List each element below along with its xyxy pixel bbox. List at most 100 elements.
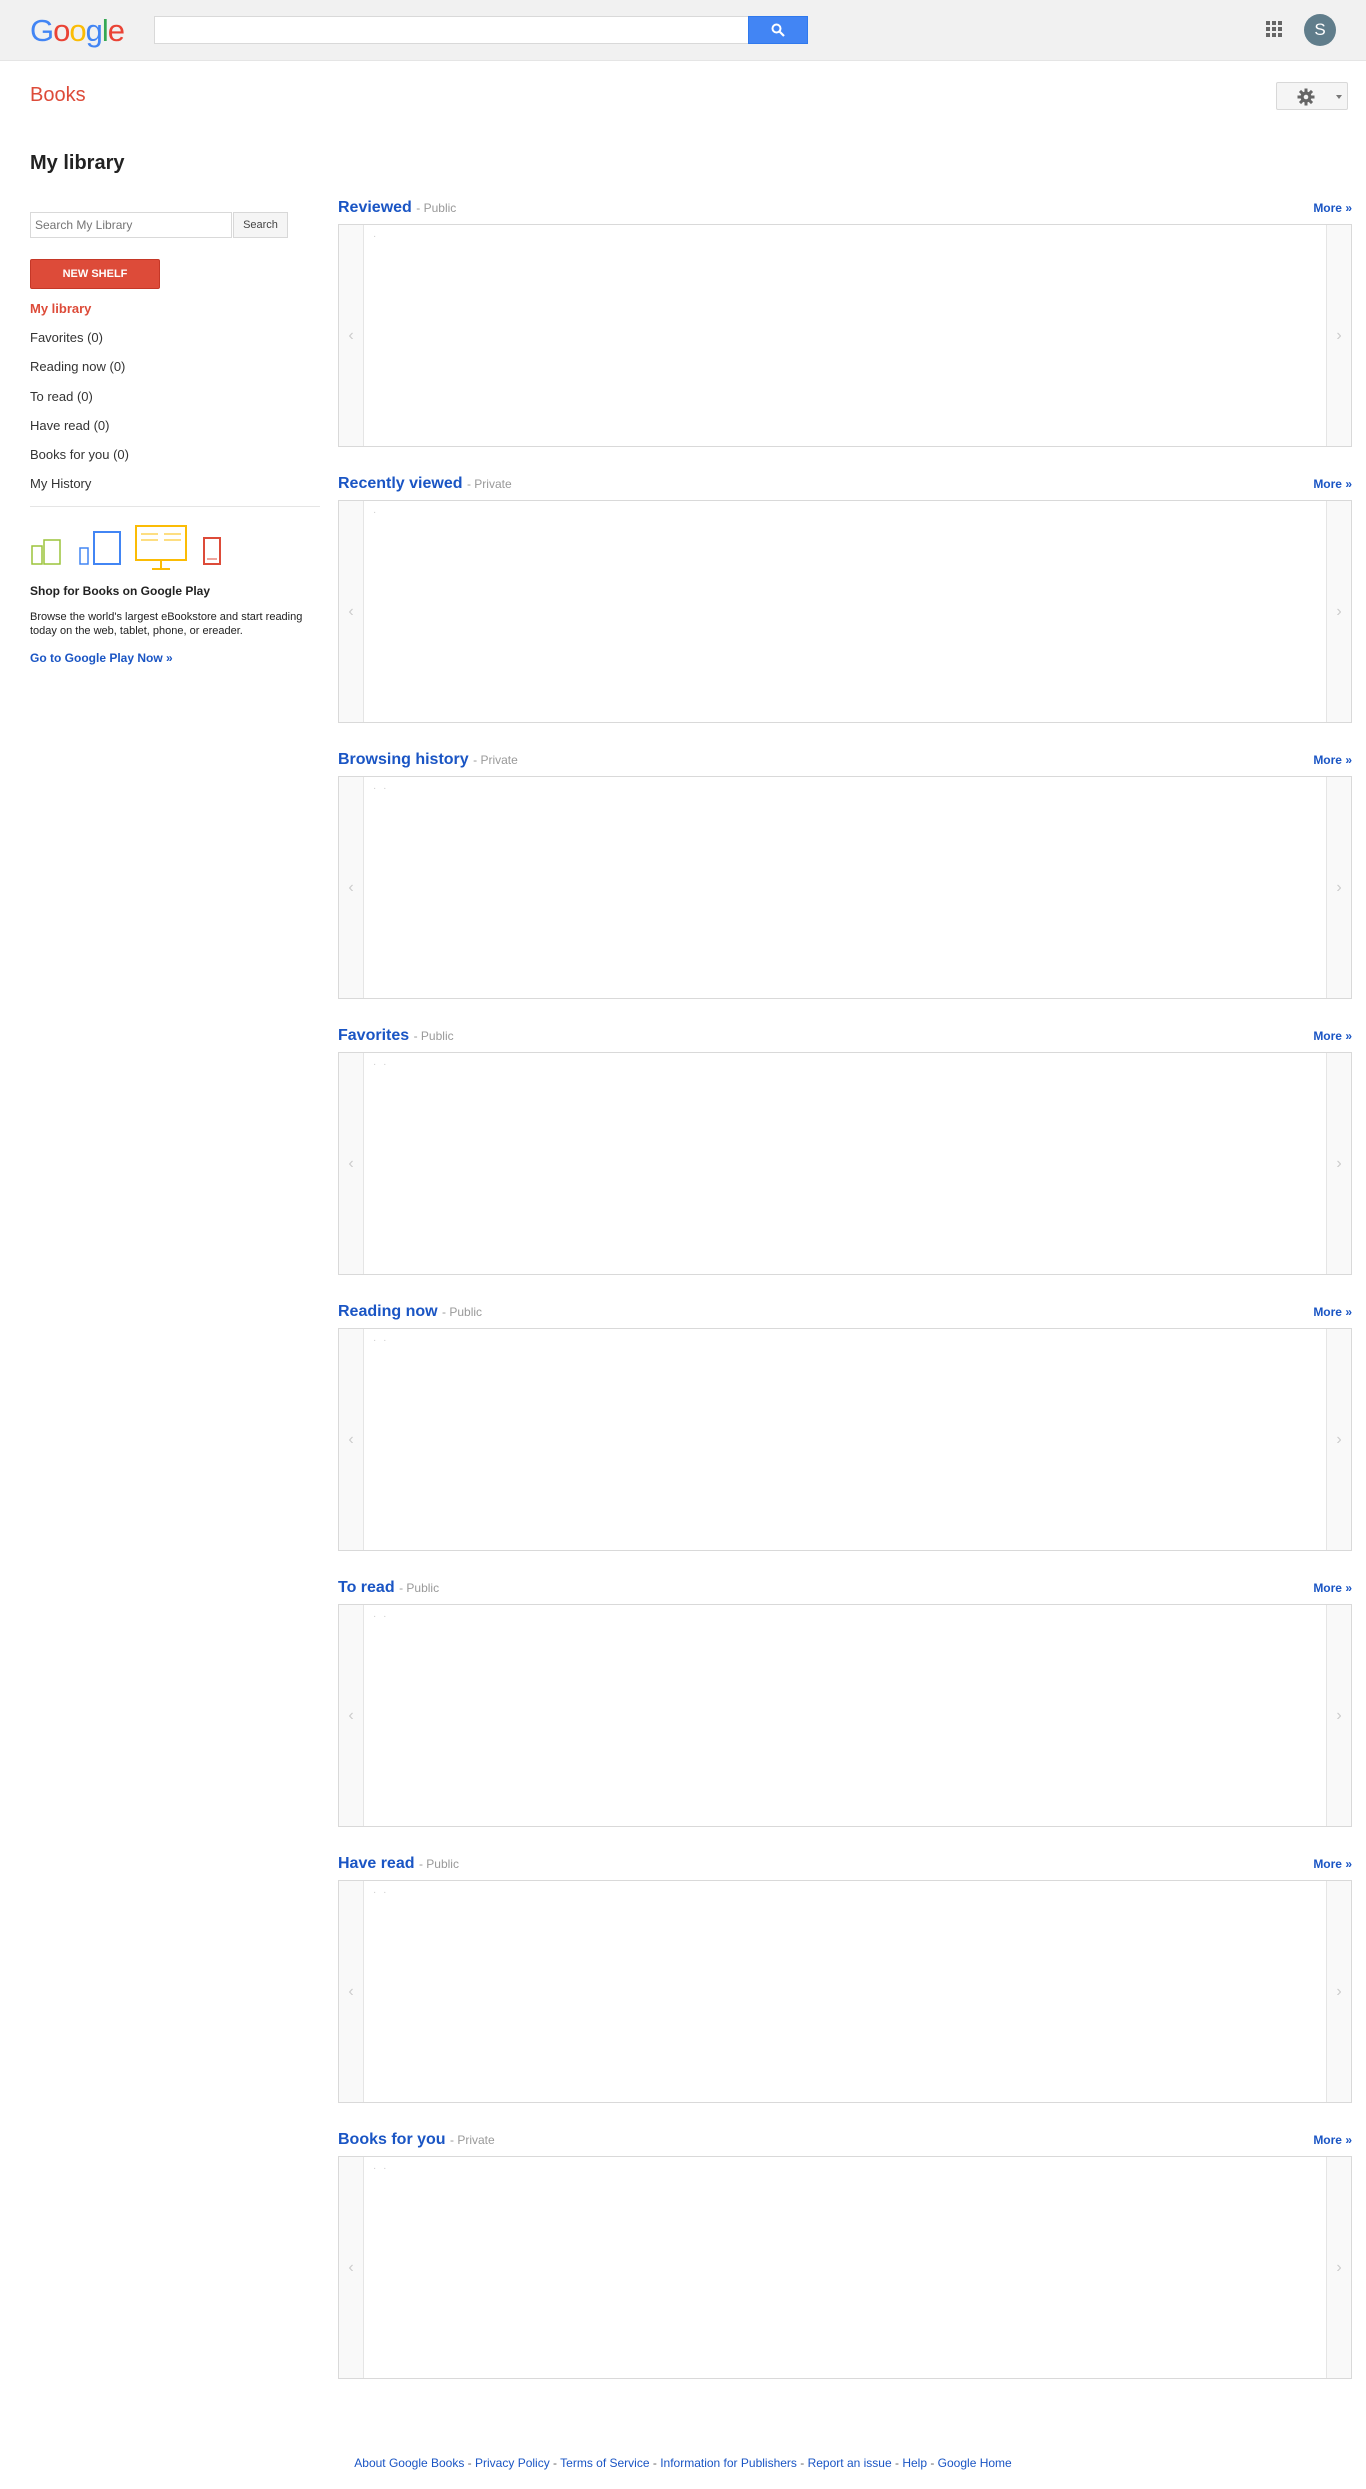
more-link[interactable]: More » <box>1313 477 1352 491</box>
search-button[interactable] <box>748 16 808 44</box>
carousel: ‹ · · › <box>338 1604 1352 1827</box>
shelf-header: To read - Public More » <box>338 1579 1352 1603</box>
more-link[interactable]: More » <box>1313 201 1352 215</box>
logo-letter: e <box>107 13 125 48</box>
footer-link-privacy[interactable]: Privacy Policy <box>475 2456 550 2470</box>
chevron-left-icon: ‹ <box>348 1430 354 1448</box>
carousel-prev-button[interactable]: ‹ <box>339 501 364 722</box>
footer-link-report[interactable]: Report an issue <box>808 2456 892 2470</box>
books-title[interactable]: Books <box>30 84 86 107</box>
nav-item-to-read[interactable]: To read (0) <box>30 388 320 417</box>
chevron-right-icon: › <box>1336 1430 1342 1448</box>
logo-letter: G <box>30 13 54 48</box>
google-play-link[interactable]: Go to Google Play Now » <box>30 651 173 665</box>
settings-button[interactable] <box>1276 82 1348 110</box>
shelf-visibility: - Public <box>399 1581 440 1595</box>
footer-link-terms[interactable]: Terms of Service <box>560 2456 649 2470</box>
shelf-header: Browsing history - Private More » <box>338 751 1352 775</box>
chevron-left-icon: ‹ <box>348 326 354 344</box>
shelf-visibility: - Public <box>418 1857 459 1871</box>
chevron-left-icon: ‹ <box>348 602 354 620</box>
footer-separator: - <box>927 2456 938 2470</box>
chevron-right-icon: › <box>1336 2258 1342 2276</box>
shelf-visibility: - Private <box>466 477 512 491</box>
carousel-next-button[interactable]: › <box>1326 225 1351 446</box>
shelf-title[interactable]: Have read <box>338 1855 415 1872</box>
footer-separator: - <box>891 2456 903 2470</box>
shelf-header: Books for you - Private More » <box>338 2131 1352 2155</box>
shelf-visibility: - Public <box>442 1305 483 1319</box>
top-search <box>154 16 808 44</box>
apps-grid-icon[interactable] <box>1265 20 1283 38</box>
shelf-title[interactable]: Browsing history <box>338 751 469 768</box>
carousel-prev-button[interactable]: ‹ <box>339 1605 364 1826</box>
search-input[interactable] <box>154 16 748 44</box>
footer-link-publishers[interactable]: Information for Publishers <box>660 2456 797 2470</box>
shelf-title[interactable]: Reviewed <box>338 199 412 216</box>
promo-text: Browse the world's largest eBookstore an… <box>30 611 303 637</box>
library-search-input[interactable] <box>30 212 232 238</box>
more-link[interactable]: More » <box>1313 1029 1352 1043</box>
carousel-next-button[interactable]: › <box>1326 1329 1351 1550</box>
carousel: ‹ · · › <box>338 1328 1352 1551</box>
carousel-next-button[interactable]: › <box>1326 777 1351 998</box>
carousel-prev-button[interactable]: ‹ <box>339 777 364 998</box>
carousel-placeholder: · · <box>373 1611 389 1622</box>
more-link[interactable]: More » <box>1313 1857 1352 1871</box>
carousel-next-button[interactable]: › <box>1326 501 1351 722</box>
footer-separator: - <box>549 2456 561 2470</box>
nav-item-favorites[interactable]: Favorites (0) <box>30 329 320 358</box>
avatar[interactable]: S <box>1304 14 1336 46</box>
footer-link-google-home[interactable]: Google Home <box>938 2456 1012 2470</box>
footer-link-help[interactable]: Help <box>902 2456 927 2470</box>
carousel-next-button[interactable]: › <box>1326 2157 1351 2378</box>
carousel-next-button[interactable]: › <box>1326 1881 1351 2102</box>
new-shelf-button[interactable]: NEW SHELF <box>30 259 160 289</box>
nav-item-my-library[interactable]: My library <box>30 300 320 329</box>
shelf-visibility: - Public <box>413 1029 454 1043</box>
carousel-next-button[interactable]: › <box>1326 1053 1351 1274</box>
shelf-header: Have read - Public More » <box>338 1855 1352 1879</box>
shelf-title[interactable]: Favorites <box>338 1027 409 1044</box>
footer-separator: - <box>649 2456 661 2470</box>
more-link[interactable]: More » <box>1313 753 1352 767</box>
nav-item-reading-now[interactable]: Reading now (0) <box>30 358 320 387</box>
chevron-left-icon: ‹ <box>348 1982 354 2000</box>
carousel-prev-button[interactable]: ‹ <box>339 2157 364 2378</box>
divider <box>30 506 320 507</box>
shelf-title[interactable]: Recently viewed <box>338 475 463 492</box>
footer-separator: - <box>796 2456 808 2470</box>
carousel-prev-button[interactable]: ‹ <box>339 225 364 446</box>
logo-letter: g <box>85 13 103 48</box>
nav-item-my-history[interactable]: My History <box>30 475 320 504</box>
more-link[interactable]: More » <box>1313 1581 1352 1595</box>
shelf-have-read: Have read - Public More » ‹ · · › <box>338 1855 1352 2103</box>
shelf-visibility: - Private <box>473 753 518 767</box>
carousel-placeholder: · · <box>373 2163 389 2174</box>
shelf-title[interactable]: To read <box>338 1579 395 1596</box>
google-logo[interactable]: Google <box>30 13 125 49</box>
chevron-left-icon: ‹ <box>348 1154 354 1172</box>
logo-letter: o <box>53 13 70 48</box>
carousel-next-button[interactable]: › <box>1326 1605 1351 1826</box>
carousel-prev-button[interactable]: ‹ <box>339 1329 364 1550</box>
library-search-button[interactable]: Search <box>233 212 288 238</box>
carousel: ‹ · › <box>338 500 1352 723</box>
shelf-title[interactable]: Books for you <box>338 2131 446 2148</box>
chevron-right-icon: › <box>1336 1982 1342 2000</box>
nav-item-books-for-you[interactable]: Books for you (0) <box>30 446 320 475</box>
search-icon <box>771 23 785 37</box>
nav-item-have-read[interactable]: Have read (0) <box>30 417 320 446</box>
more-link[interactable]: More » <box>1313 2133 1352 2147</box>
carousel-prev-button[interactable]: ‹ <box>339 1053 364 1274</box>
more-link[interactable]: More » <box>1313 1305 1352 1319</box>
shelf-favorites: Favorites - Public More » ‹ · · › <box>338 1027 1352 1275</box>
chevron-right-icon: › <box>1336 878 1342 896</box>
carousel-prev-button[interactable]: ‹ <box>339 1881 364 2102</box>
shelf-title[interactable]: Reading now <box>338 1303 438 1320</box>
top-bar: Google S <box>0 0 1366 61</box>
shelf-nav: My library Favorites (0) Reading now (0)… <box>30 300 320 504</box>
shelf-header: Reading now - Public More » <box>338 1303 1352 1327</box>
chevron-right-icon: › <box>1336 1154 1342 1172</box>
footer-link-about[interactable]: About Google Books <box>354 2456 464 2470</box>
